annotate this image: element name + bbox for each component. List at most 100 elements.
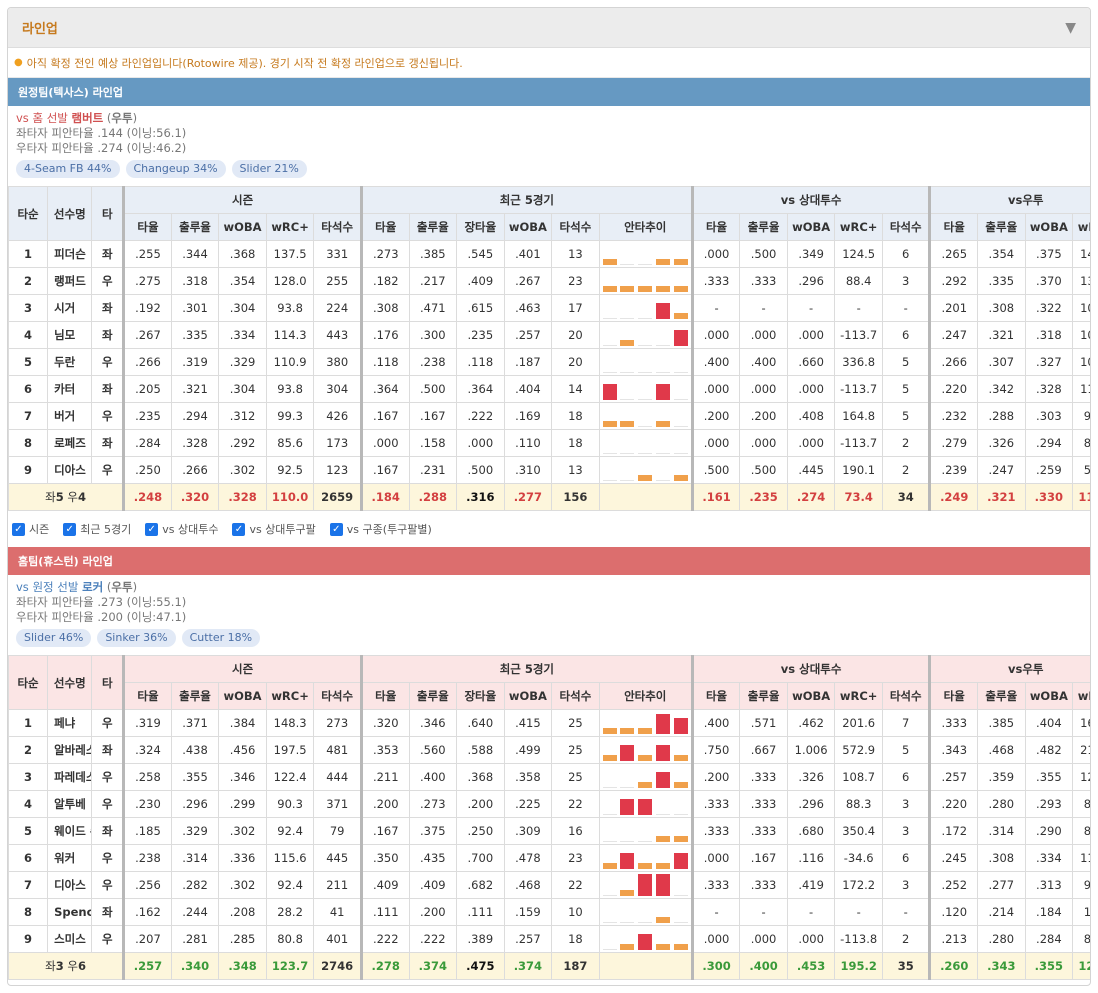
home-table-wrap[interactable]: 타순 선수명 타 시즌 최근 5경기 vs 상대투수 vs우투 타율 출루율 wOBA wRC+ 타석… <box>8 655 1090 980</box>
hit-trend-bar <box>620 787 635 788</box>
player-name[interactable]: 랭퍼드 <box>47 267 93 295</box>
vs-pitcher-stat: .000 <box>786 321 836 349</box>
collapse-caret-icon[interactable]: ▼ <box>1065 20 1076 36</box>
col-vsp-1[interactable]: 출루율 <box>739 682 788 710</box>
col-recent-4[interactable]: 타석수 <box>551 682 600 710</box>
check-vs-arm[interactable]: ✓ vs 상대투구팔 <box>232 521 316 537</box>
col-vsp-3[interactable]: wRC+ <box>834 682 883 710</box>
player-name[interactable]: 피더슨 <box>47 240 93 268</box>
away-table-wrap[interactable]: 타순 선수명 타 시즌 최근 5경기 vs 상대투수 vs우투 타율 출루율 wOBA wRC+ 타석… <box>8 186 1090 511</box>
checkbox-checked-icon[interactable]: ✓ <box>63 522 77 536</box>
col-vsp-0[interactable]: 타율 <box>690 682 741 710</box>
season-stat: .302 <box>218 871 267 899</box>
player-name[interactable]: 파레데스 <box>47 763 93 791</box>
table-row: 6 카터 좌 .205.321.304 93.8 304.364.500.364.404 1… <box>8 375 1090 403</box>
col-recent-4[interactable]: 타석수 <box>551 213 600 241</box>
table-group-header: 타순 선수명 타 시즌 최근 5경기 vs 상대투수 vs우투 <box>8 655 1090 710</box>
check-season[interactable]: ✓ 시즌 <box>12 521 49 537</box>
player-name[interactable]: 웨이드 주니어 <box>47 817 93 845</box>
col-vsh-0[interactable]: 타율 <box>928 682 979 710</box>
recent-stat: .176 <box>359 321 410 349</box>
recent-stat: .111 <box>359 898 410 926</box>
player-name[interactable]: 버거 <box>47 402 93 430</box>
bat-hand: 우 <box>91 763 125 791</box>
col-vsp-4[interactable]: 타석수 <box>881 682 931 710</box>
col-season-2[interactable]: wOBA <box>218 682 267 710</box>
table-row: 2 랭퍼드 우 .275.318.354 128.0 255.182.217.409.26… <box>8 267 1090 295</box>
check-vs-pitcher[interactable]: ✓ vs 상대투수 <box>145 521 218 537</box>
col-recent-5[interactable]: 안타추이 <box>598 213 693 241</box>
vs-rhp-stat: .328 <box>1024 375 1074 403</box>
col-vsp-2[interactable]: wOBA <box>786 682 836 710</box>
vs-pitcher-stat: .400 <box>690 348 741 376</box>
home-pitcher-name[interactable]: 로커 <box>82 580 103 594</box>
season-stat: .328 <box>170 429 220 457</box>
col-recent-0[interactable]: 타율 <box>359 213 410 241</box>
col-recent-1[interactable]: 출루율 <box>408 213 458 241</box>
check-label: vs 구종(투구팔별) <box>346 523 432 536</box>
hit-trend-bar <box>620 372 635 373</box>
col-recent-2[interactable]: 장타율 <box>456 682 505 710</box>
col-vsp-2[interactable]: wOBA <box>786 213 836 241</box>
player-name[interactable]: Spence <box>47 898 93 926</box>
away-vs-prefix: vs 홈 선발 <box>16 111 68 125</box>
home-pitcher-info: vs 원정 선발 로커 (우투) 좌타자 피안타율 .273 (이닝:55.1)… <box>8 575 1090 655</box>
player-name[interactable]: 알바레스 <box>47 736 93 764</box>
vs-rhp-stat: 86.2 <box>1072 790 1090 818</box>
col-season-3[interactable]: wRC+ <box>265 682 315 710</box>
col-season-3[interactable]: wRC+ <box>265 213 315 241</box>
col-recent-0[interactable]: 타율 <box>359 682 410 710</box>
checkbox-checked-icon[interactable]: ✓ <box>12 522 25 536</box>
player-name[interactable]: 디아스 <box>47 456 93 484</box>
col-vsh-0[interactable]: 타율 <box>928 213 979 241</box>
group-vs-pitcher: vs 상대투수 <box>690 186 931 214</box>
col-recent-3[interactable]: wOBA <box>503 682 553 710</box>
col-vsp-4[interactable]: 타석수 <box>881 213 931 241</box>
col-season-1[interactable]: 출루율 <box>170 682 220 710</box>
hit-trend-bar <box>602 863 617 869</box>
col-recent-5[interactable]: 안타추이 <box>598 682 693 710</box>
player-name[interactable]: 두란 <box>47 348 93 376</box>
season-stat: .304 <box>218 375 267 403</box>
check-recent5[interactable]: ✓ 최근 5경기 <box>63 521 131 537</box>
player-name[interactable]: 카터 <box>47 375 93 403</box>
col-vsh-2[interactable]: wOBA <box>1024 682 1074 710</box>
player-name[interactable]: 워커 <box>47 844 93 872</box>
col-vsp-0[interactable]: 타율 <box>690 213 741 241</box>
check-vs-pitch-type[interactable]: ✓ vs 구종(투구팔별) <box>329 521 432 537</box>
checkbox-checked-icon[interactable]: ✓ <box>232 522 246 536</box>
vs-pitcher-stat: .000 <box>739 375 788 403</box>
col-season-4[interactable]: 타석수 <box>313 213 362 241</box>
player-name[interactable]: 로페즈 <box>47 429 93 457</box>
checkbox-checked-icon[interactable]: ✓ <box>145 522 159 536</box>
player-name[interactable]: 알투베 <box>47 790 93 818</box>
col-vsh-3[interactable]: wRC+ <box>1072 213 1090 241</box>
col-season-1[interactable]: 출루율 <box>170 213 220 241</box>
col-season-4[interactable]: 타석수 <box>313 682 362 710</box>
player-name[interactable]: 스미스 <box>47 925 93 953</box>
recent-stat: 25 <box>551 709 600 737</box>
table-row: 9 스미스 우 .207.281.285 80.8 401.222.222.389.257… <box>8 925 1090 953</box>
player-name[interactable]: 시거 <box>47 294 93 322</box>
season-stat: .205 <box>122 375 172 403</box>
checkbox-checked-icon[interactable]: ✓ <box>329 522 343 536</box>
col-season-0[interactable]: 타율 <box>122 213 172 241</box>
col-vsh-3[interactable]: wRC+ <box>1072 682 1090 710</box>
col-recent-3[interactable]: wOBA <box>503 213 553 241</box>
recent-stat: 22 <box>551 871 600 899</box>
col-vsh-1[interactable]: 출루율 <box>977 213 1026 241</box>
col-recent-2[interactable]: 장타율 <box>456 213 505 241</box>
player-name[interactable]: 디아스 <box>47 871 93 899</box>
hit-trend-bar <box>655 372 670 373</box>
player-name[interactable]: 페냐 <box>47 709 93 737</box>
away-pitcher-name[interactable]: 램버트 <box>72 111 104 125</box>
col-vsh-2[interactable]: wOBA <box>1024 213 1074 241</box>
col-vsp-1[interactable]: 출루율 <box>739 213 788 241</box>
player-name[interactable]: 님모 <box>47 321 93 349</box>
col-season-2[interactable]: wOBA <box>218 213 267 241</box>
panel-header[interactable]: 라인업 ▼ <box>8 8 1090 48</box>
col-vsh-1[interactable]: 출루율 <box>977 682 1026 710</box>
col-vsp-3[interactable]: wRC+ <box>834 213 883 241</box>
col-recent-1[interactable]: 출루율 <box>408 682 458 710</box>
col-season-0[interactable]: 타율 <box>122 682 172 710</box>
